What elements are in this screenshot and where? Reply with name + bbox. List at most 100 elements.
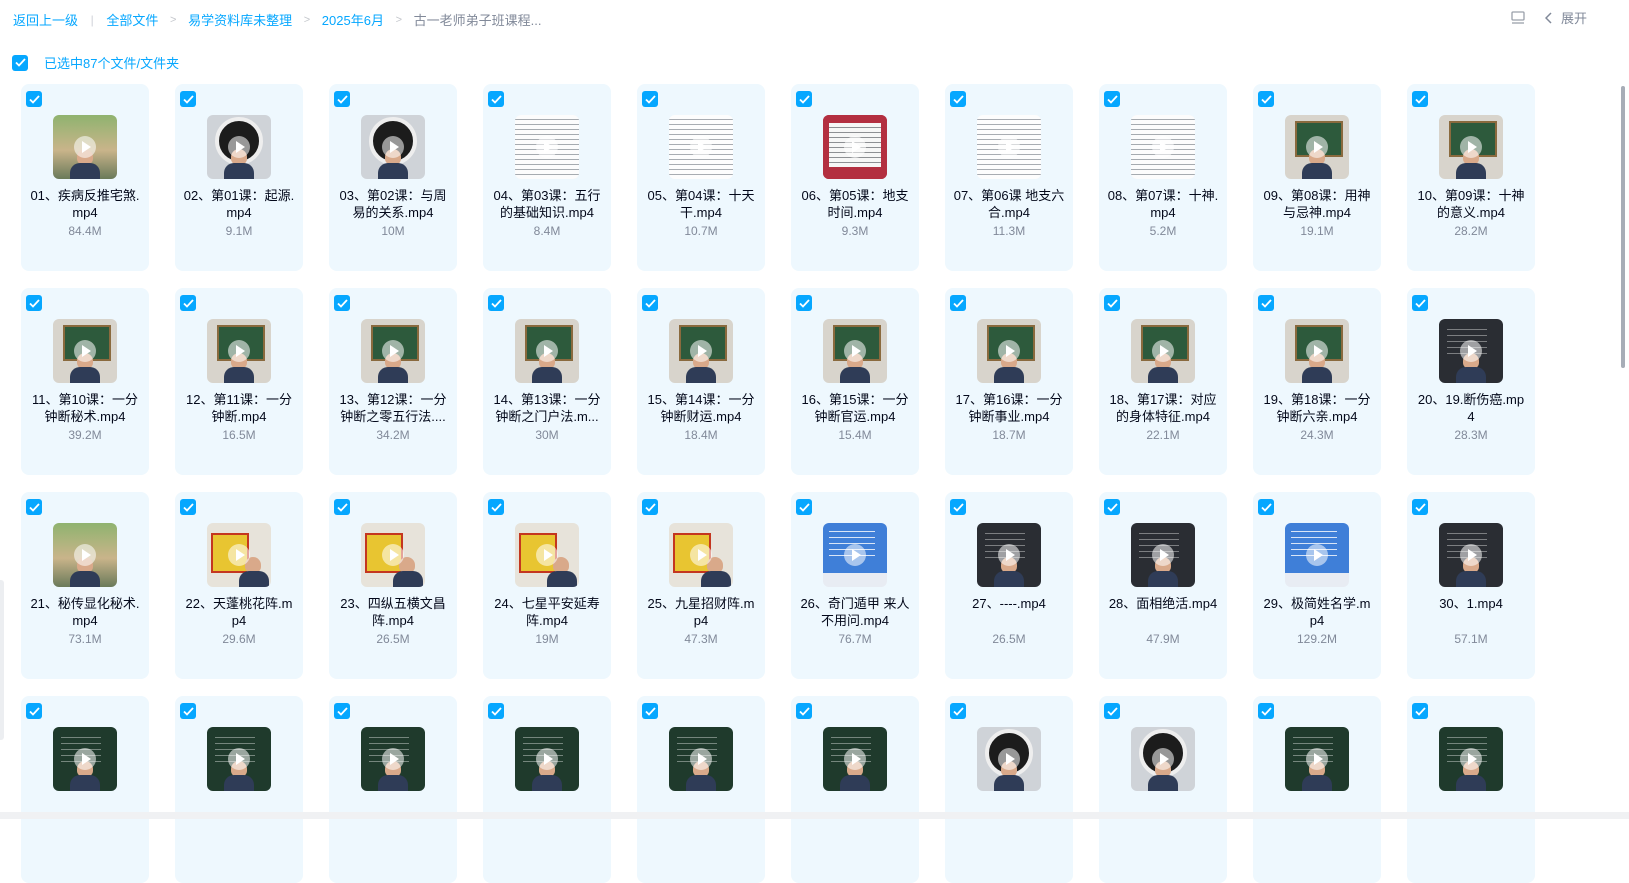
file-checkbox[interactable] — [334, 703, 350, 719]
video-thumbnail[interactable] — [669, 319, 733, 383]
file-card[interactable]: 09、第08课：用神与忌神.mp4 19.1M — [1253, 84, 1381, 271]
file-checkbox[interactable] — [950, 91, 966, 107]
file-checkbox[interactable] — [642, 499, 658, 515]
video-thumbnail[interactable] — [207, 727, 271, 791]
file-card[interactable]: 08、第07课：十神.mp4 5.2M — [1099, 84, 1227, 271]
back-link[interactable]: 返回上一级 — [13, 10, 78, 29]
file-card[interactable] — [1407, 696, 1535, 883]
file-checkbox[interactable] — [796, 295, 812, 311]
file-checkbox[interactable] — [180, 295, 196, 311]
file-checkbox[interactable] — [26, 91, 42, 107]
breadcrumb-all-files[interactable]: 全部文件 — [106, 10, 158, 29]
breadcrumb-library[interactable]: 易学资料库未整理 — [188, 10, 292, 29]
expand-button[interactable]: 展开 — [1544, 8, 1587, 27]
video-thumbnail[interactable] — [669, 523, 733, 587]
file-card[interactable]: 21、秘传显化秘术.mp4 73.1M — [21, 492, 149, 679]
file-checkbox[interactable] — [642, 703, 658, 719]
video-thumbnail[interactable] — [515, 319, 579, 383]
file-checkbox[interactable] — [180, 91, 196, 107]
file-card[interactable]: 13、第12课：一分钟断之零五行法.... 34.2M — [329, 288, 457, 475]
file-checkbox[interactable] — [796, 703, 812, 719]
file-checkbox[interactable] — [1258, 703, 1274, 719]
file-checkbox[interactable] — [950, 295, 966, 311]
file-card[interactable]: 19、第18课：一分钟断六亲.mp4 24.3M — [1253, 288, 1381, 475]
file-card[interactable]: 16、第15课：一分钟断官运.mp4 15.4M — [791, 288, 919, 475]
file-card[interactable] — [21, 696, 149, 883]
horizontal-scrollbar-track[interactable] — [0, 812, 1629, 819]
layout-icon[interactable] — [1509, 9, 1527, 27]
video-thumbnail[interactable] — [823, 523, 887, 587]
video-thumbnail[interactable] — [1439, 523, 1503, 587]
file-card[interactable]: 05、第04课：十天干.mp4 10.7M — [637, 84, 765, 271]
select-all-checkbox[interactable] — [12, 54, 28, 71]
video-thumbnail[interactable] — [1131, 115, 1195, 179]
file-checkbox[interactable] — [26, 703, 42, 719]
file-card[interactable]: 26、奇门遁甲 来人不用问.mp4 76.7M — [791, 492, 919, 679]
file-checkbox[interactable] — [26, 499, 42, 515]
video-thumbnail[interactable] — [823, 727, 887, 791]
file-checkbox[interactable] — [950, 499, 966, 515]
video-thumbnail[interactable] — [515, 115, 579, 179]
video-thumbnail[interactable] — [1285, 319, 1349, 383]
file-card[interactable]: 01、疾病反推宅煞.mp4 84.4M — [21, 84, 149, 271]
file-checkbox[interactable] — [334, 499, 350, 515]
video-thumbnail[interactable] — [977, 523, 1041, 587]
file-checkbox[interactable] — [642, 295, 658, 311]
file-checkbox[interactable] — [1104, 295, 1120, 311]
video-thumbnail[interactable] — [823, 115, 887, 179]
file-checkbox[interactable] — [1104, 91, 1120, 107]
video-thumbnail[interactable] — [53, 727, 117, 791]
vertical-scrollbar[interactable] — [1621, 86, 1625, 368]
file-card[interactable] — [175, 696, 303, 883]
file-card[interactable] — [945, 696, 1073, 883]
video-thumbnail[interactable] — [1131, 727, 1195, 791]
file-card[interactable]: 18、第17课：对应的身体特征.mp4 22.1M — [1099, 288, 1227, 475]
file-checkbox[interactable] — [488, 703, 504, 719]
left-edge-handle[interactable] — [0, 580, 4, 740]
file-checkbox[interactable] — [488, 91, 504, 107]
file-checkbox[interactable] — [950, 703, 966, 719]
file-card[interactable] — [329, 696, 457, 883]
video-thumbnail[interactable] — [977, 727, 1041, 791]
file-card[interactable]: 14、第13课：一分钟断之门户法.m... 30M — [483, 288, 611, 475]
video-thumbnail[interactable] — [207, 319, 271, 383]
video-thumbnail[interactable] — [823, 319, 887, 383]
video-thumbnail[interactable] — [515, 523, 579, 587]
file-checkbox[interactable] — [1104, 499, 1120, 515]
file-card[interactable] — [1253, 696, 1381, 883]
video-thumbnail[interactable] — [1131, 319, 1195, 383]
video-thumbnail[interactable] — [53, 115, 117, 179]
file-card[interactable]: 22、天蓬桃花阵.mp4 29.6M — [175, 492, 303, 679]
file-card[interactable] — [637, 696, 765, 883]
file-card[interactable]: 23、四纵五横文昌阵.mp4 26.5M — [329, 492, 457, 679]
file-card[interactable]: 24、七星平安延寿阵.mp4 19M — [483, 492, 611, 679]
file-checkbox[interactable] — [1412, 703, 1428, 719]
video-thumbnail[interactable] — [669, 115, 733, 179]
file-card[interactable]: 12、第11课：一分钟断.mp4 16.5M — [175, 288, 303, 475]
file-checkbox[interactable] — [488, 295, 504, 311]
video-thumbnail[interactable] — [53, 319, 117, 383]
video-thumbnail[interactable] — [1285, 727, 1349, 791]
file-card[interactable]: 03、第02课：与周易的关系.mp4 10M — [329, 84, 457, 271]
file-card[interactable]: 30、1.mp4 57.1M — [1407, 492, 1535, 679]
video-thumbnail[interactable] — [361, 319, 425, 383]
file-card[interactable]: 06、第05课：地支时间.mp4 9.3M — [791, 84, 919, 271]
file-checkbox[interactable] — [180, 499, 196, 515]
file-card[interactable]: 28、面相绝活.mp4 47.9M — [1099, 492, 1227, 679]
file-card[interactable]: 20、19.断伤癌.mp4 28.3M — [1407, 288, 1535, 475]
file-checkbox[interactable] — [1412, 499, 1428, 515]
file-checkbox[interactable] — [796, 91, 812, 107]
video-thumbnail[interactable] — [1285, 115, 1349, 179]
video-thumbnail[interactable] — [1439, 727, 1503, 791]
file-card[interactable]: 15、第14课：一分钟断财运.mp4 18.4M — [637, 288, 765, 475]
file-checkbox[interactable] — [180, 703, 196, 719]
file-checkbox[interactable] — [488, 499, 504, 515]
file-checkbox[interactable] — [1412, 295, 1428, 311]
file-card[interactable]: 02、第01课：起源.mp4 9.1M — [175, 84, 303, 271]
video-thumbnail[interactable] — [361, 523, 425, 587]
file-checkbox[interactable] — [796, 499, 812, 515]
file-checkbox[interactable] — [1258, 91, 1274, 107]
file-card[interactable]: 07、第06课 地支六合.mp4 11.3M — [945, 84, 1073, 271]
file-checkbox[interactable] — [334, 295, 350, 311]
breadcrumb-month[interactable]: 2025年6月 — [322, 10, 384, 29]
